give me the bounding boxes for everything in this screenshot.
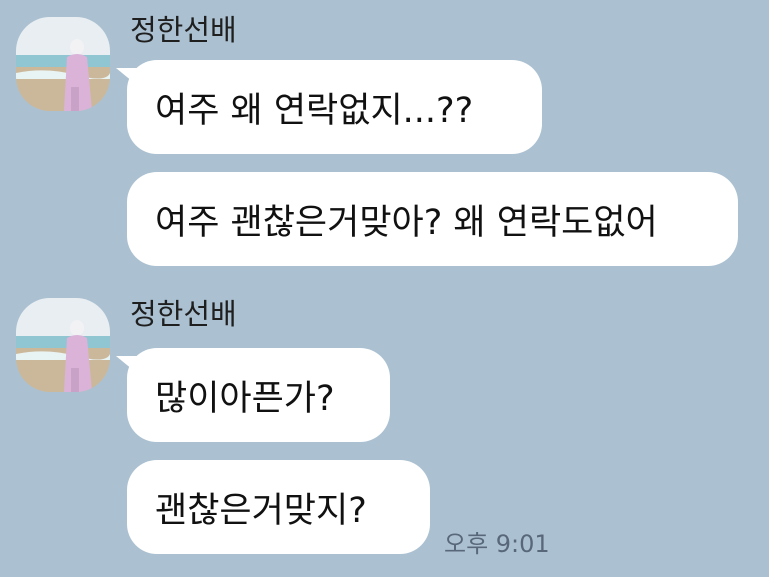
message-text: 괜찮은거맞지? bbox=[155, 490, 367, 531]
sender-avatar[interactable] bbox=[16, 298, 110, 392]
message-timestamp: 오후 9:01 bbox=[444, 530, 550, 558]
chat-area: 정한선배 여주 왜 연락없지...?? 여주 괜찮은거맞아? 왜 연락도없어 정… bbox=[0, 0, 769, 577]
message-bubble[interactable]: 여주 왜 연락없지...?? bbox=[116, 60, 542, 154]
message-text: 많이아픈가? bbox=[155, 378, 335, 419]
message-bubble[interactable]: 여주 괜찮은거맞아? 왜 연락도없어 bbox=[127, 172, 738, 266]
sender-name: 정한선배 bbox=[130, 13, 237, 47]
message-bubble[interactable]: 괜찮은거맞지? bbox=[127, 460, 430, 554]
message-text: 여주 괜찮은거맞아? 왜 연락도없어 bbox=[155, 202, 658, 243]
message-bubble[interactable]: 많이아픈가? bbox=[116, 348, 390, 442]
profile-photo-icon bbox=[16, 298, 110, 392]
message-text: 여주 왜 연락없지...?? bbox=[155, 90, 474, 131]
sender-avatar[interactable] bbox=[16, 17, 110, 111]
profile-photo-icon bbox=[16, 17, 110, 111]
sender-name: 정한선배 bbox=[130, 297, 237, 331]
